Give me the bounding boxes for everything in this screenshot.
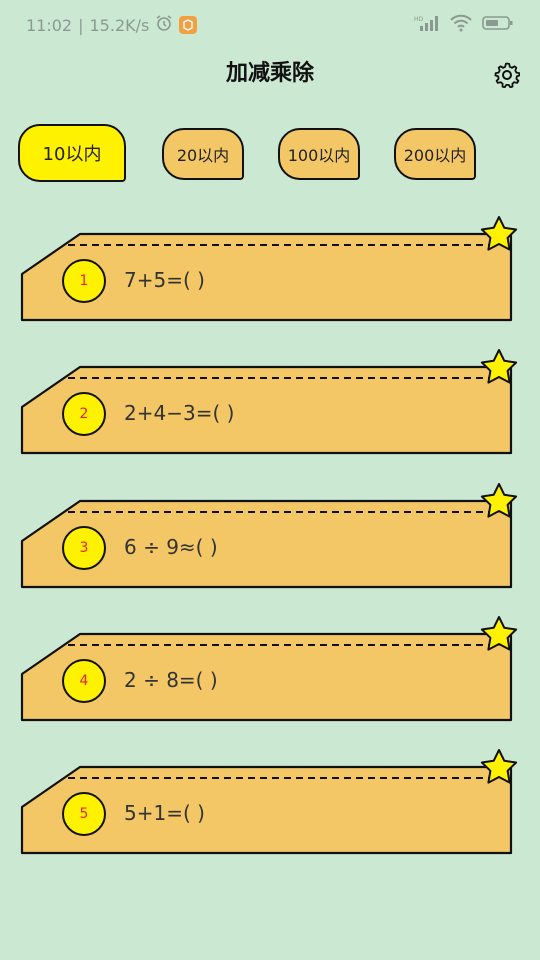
wifi-icon	[450, 14, 472, 36]
tab-label: 200以内	[403, 146, 467, 165]
svg-text:HD: HD	[414, 16, 424, 23]
question-text: 2 ÷ 8=( )	[124, 668, 218, 692]
alarm-icon	[155, 14, 173, 36]
question-card[interactable]: 3 6 ÷ 9≈( )	[20, 479, 520, 589]
tab-label: 10以内	[42, 144, 102, 165]
question-number-label: 5	[79, 806, 89, 822]
question-text: 6 ÷ 9≈( )	[124, 535, 218, 559]
tab-label: 100以内	[287, 146, 351, 165]
question-number-label: 4	[79, 673, 89, 689]
tab-10[interactable]: 10以内	[18, 124, 126, 182]
app-icon	[179, 16, 198, 34]
tab-200[interactable]: 200以内	[394, 128, 476, 180]
question-card[interactable]: 2 2+4−3=( )	[20, 345, 520, 455]
question-number-label: 3	[79, 540, 89, 556]
status-left: 11:02 | 15.2K/s	[26, 14, 198, 36]
question-number: 1	[62, 259, 106, 303]
question-number-label: 1	[79, 273, 89, 289]
status-bar: 11:02 | 15.2K/s HD	[0, 0, 540, 50]
tab-100[interactable]: 100以内	[278, 128, 360, 180]
gear-icon[interactable]	[494, 62, 521, 89]
tab-20[interactable]: 20以内	[162, 128, 244, 180]
question-number: 2	[62, 392, 106, 436]
question-text: 2+4−3=( )	[124, 401, 235, 425]
question-card[interactable]: 5 5+1=( )	[20, 745, 520, 855]
question-number: 5	[62, 792, 106, 836]
status-right: HD	[414, 14, 514, 36]
question-text: 5+1=( )	[124, 801, 205, 825]
question-text: 7+5=( )	[124, 268, 205, 292]
question-number: 3	[62, 526, 106, 570]
hd-signal-icon: HD	[414, 14, 440, 36]
tab-label: 20以内	[176, 146, 230, 165]
question-card[interactable]: 4 2 ÷ 8=( )	[20, 612, 520, 722]
question-number: 4	[62, 659, 106, 703]
question-number-label: 2	[79, 406, 89, 422]
status-time: 11:02	[26, 15, 73, 35]
status-divider: |	[78, 15, 84, 35]
question-card[interactable]: 1 7+5=( )	[20, 212, 520, 322]
battery-icon	[482, 15, 514, 35]
status-speed: 15.2K/s	[89, 15, 150, 35]
page-title: 加减乘除	[225, 61, 314, 86]
